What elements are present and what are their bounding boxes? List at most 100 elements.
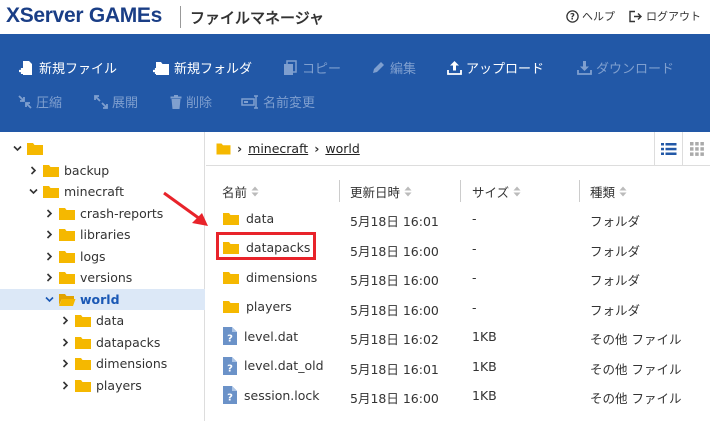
edit-label: 編集 — [390, 62, 417, 77]
file-name-cell[interactable]: dimensions — [222, 266, 317, 288]
compress-button[interactable]: 圧縮 — [18, 92, 62, 111]
tree-item-backup[interactable]: backup — [0, 160, 205, 181]
file-size: - — [472, 240, 477, 256]
breadcrumb-minecraft[interactable]: minecraft — [248, 141, 308, 156]
help-link[interactable]: ? ヘルプ — [566, 8, 615, 24]
svg-text:?: ? — [227, 393, 233, 404]
file-name-cell[interactable]: data — [222, 207, 274, 229]
file-row[interactable]: ? session.lock 5月18日 16:00 1KB その他 ファイル — [216, 381, 706, 409]
copy-button[interactable]: コピー — [283, 58, 341, 77]
file-row[interactable]: players 5月18日 16:00 - フォルダ — [216, 293, 706, 321]
chevron-down-icon[interactable] — [28, 187, 38, 197]
upload-button[interactable]: アップロード — [447, 58, 544, 77]
tree-item-data[interactable]: data — [0, 310, 205, 331]
svg-text:?: ? — [570, 12, 575, 22]
file-name-cell[interactable]: ? level.dat — [222, 325, 298, 347]
file-type: その他 ファイル — [590, 332, 682, 347]
edit-button[interactable]: 編集 — [371, 58, 416, 77]
delete-label: 削除 — [186, 96, 213, 111]
tree-item-dimensions[interactable]: dimensions — [0, 353, 205, 374]
file-row[interactable]: data 5月18日 16:01 - フォルダ — [216, 204, 706, 232]
file-modified: 5月18日 16:00 — [350, 302, 439, 318]
file-list-panel: › minecraft › world 名前 更新日時 サイズ 種類 data 5… — [206, 132, 710, 421]
sort-icon — [619, 186, 627, 197]
new-folder-button[interactable]: 新規フォルダ — [152, 58, 252, 77]
file-size: - — [472, 270, 477, 285]
logout-label: ログアウト — [646, 10, 701, 23]
home-folder-icon[interactable] — [216, 142, 231, 155]
unknown-file-icon: ? — [222, 356, 238, 376]
xserver-games-logo[interactable]: XServer GAMEs — [6, 4, 162, 28]
folder-icon — [74, 313, 92, 328]
chevron-right-icon[interactable] — [60, 337, 70, 347]
folder-icon — [222, 299, 240, 314]
column-divider[interactable] — [460, 180, 461, 202]
download-button[interactable]: ダウンロード — [577, 58, 674, 77]
folder-icon — [58, 249, 76, 264]
file-type: フォルダ — [590, 214, 641, 229]
tree-item-datapacks[interactable]: datapacks — [0, 332, 205, 353]
chevron-right-icon[interactable] — [60, 316, 70, 326]
rename-button[interactable]: 名前変更 — [241, 92, 315, 111]
column-header-type[interactable]: 種類 — [590, 182, 627, 201]
folder-icon — [74, 335, 92, 350]
column-divider[interactable] — [579, 180, 580, 202]
chevron-right-icon[interactable] — [44, 230, 54, 240]
file-name-cell[interactable]: players — [222, 296, 292, 318]
expand-button[interactable]: 展開 — [94, 92, 138, 111]
unknown-file-icon: ? — [222, 326, 238, 346]
tree-item-label: players — [96, 377, 142, 393]
column-divider[interactable] — [339, 180, 340, 202]
new-file-label: 新規ファイル — [39, 62, 118, 77]
logout-link[interactable]: ログアウト — [628, 8, 701, 24]
breadcrumb-world[interactable]: world — [325, 141, 359, 156]
file-type: フォルダ — [590, 243, 641, 259]
chevron-right-icon[interactable] — [60, 380, 70, 390]
help-label: ヘルプ — [582, 10, 615, 23]
tree-item-versions[interactable]: versions — [0, 267, 205, 288]
folder-icon — [222, 211, 240, 226]
download-label: ダウンロード — [596, 62, 675, 77]
file-name: data — [246, 210, 275, 226]
folder-icon — [42, 163, 60, 178]
file-size: - — [472, 211, 477, 226]
file-row[interactable]: ? level.dat 5月18日 16:02 1KB その他 ファイル — [216, 322, 706, 350]
column-header-size[interactable]: サイズ — [472, 182, 521, 201]
compress-icon — [18, 94, 32, 109]
list-view-button[interactable] — [654, 132, 682, 166]
chevron-right-icon[interactable] — [44, 208, 54, 218]
chevron-right-icon[interactable] — [44, 273, 54, 283]
copy-icon — [284, 59, 297, 75]
tree-item-logs[interactable]: logs — [0, 246, 205, 267]
file-row[interactable]: dimensions 5月18日 16:00 - フォルダ — [216, 263, 706, 291]
download-icon — [577, 61, 592, 75]
new-file-button[interactable]: 新規ファイル — [18, 58, 117, 77]
chevron-right-icon[interactable] — [60, 359, 70, 369]
chevron-right-icon[interactable] — [28, 165, 38, 175]
action-toolbar: 新規ファイル 新規フォルダ コピー 編集 アップロード ダウンロード 圧縮 展開… — [0, 34, 710, 132]
tree-item-label: data — [96, 313, 125, 328]
file-name-cell[interactable]: ? level.dat_old — [222, 355, 324, 377]
file-modified: 5月18日 16:00 — [350, 243, 439, 259]
file-modified: 5月18日 16:00 — [350, 391, 439, 406]
app-header: XServer GAMEs ファイルマネージャ ? ヘルプ ログアウト — [0, 0, 710, 34]
copy-label: コピー — [302, 62, 342, 77]
file-name: level.dat_old — [244, 358, 324, 373]
tree-item-root[interactable] — [0, 138, 205, 159]
expand-label: 展開 — [112, 96, 139, 111]
file-type: その他 ファイル — [590, 391, 682, 406]
chevron-right-icon[interactable] — [44, 251, 54, 261]
file-size: 1KB — [472, 388, 497, 403]
tree-item-players[interactable]: players — [0, 375, 205, 396]
chevron-down-icon[interactable] — [12, 144, 22, 154]
file-name-cell[interactable]: ? session.lock — [222, 384, 319, 406]
folder-icon — [42, 184, 60, 199]
file-modified: 5月18日 16:01 — [350, 214, 439, 229]
file-row[interactable]: ? level.dat_old 5月18日 16:01 1KB その他 ファイル — [216, 352, 706, 380]
tree-item-world[interactable]: world — [0, 288, 205, 310]
grid-view-button[interactable] — [682, 132, 710, 166]
column-header-modified[interactable]: 更新日時 — [350, 182, 412, 201]
delete-button[interactable]: 削除 — [170, 92, 212, 111]
column-header-name[interactable]: 名前 — [222, 182, 259, 201]
chevron-down-icon[interactable] — [44, 294, 54, 304]
